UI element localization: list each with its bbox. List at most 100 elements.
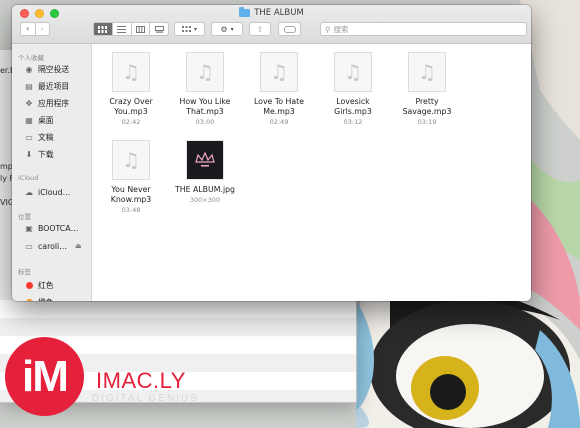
sidebar-item-desktop[interactable]: ▦ 桌面 bbox=[24, 115, 54, 126]
file-duration: 02:42 bbox=[121, 118, 141, 126]
imac-ly-logo: iM bbox=[5, 337, 84, 416]
file-name: Pretty Savage.mp3 bbox=[402, 97, 452, 116]
chevron-down-icon: ▾ bbox=[193, 25, 197, 33]
sidebar-item-tag-orange[interactable]: 橙色 bbox=[24, 297, 54, 301]
window-title-text: THE ALBUM bbox=[254, 8, 304, 18]
sidebar-item-label: 隔空投送 bbox=[38, 65, 70, 74]
forward-button[interactable]: › bbox=[34, 23, 50, 35]
sidebar-item-documents[interactable]: ▭ 文稿 bbox=[24, 132, 54, 143]
airdrop-icon: ◉ bbox=[25, 65, 33, 74]
sidebar-section-icloud: iCloud bbox=[18, 174, 39, 182]
sidebar-item-label: 红色 bbox=[38, 281, 54, 290]
red-dot-icon bbox=[25, 282, 33, 289]
chevron-left-icon: ‹ bbox=[26, 24, 30, 33]
sidebar-item-icloud-drive[interactable]: ☁ iCloud… bbox=[24, 187, 70, 197]
window-titlebar[interactable]: THE ALBUM ‹ › ▾ ⚙ ▾ ⇪ ⚲ 搜索 bbox=[12, 5, 531, 44]
sidebar-item-applications[interactable]: ✥ 应用程序 bbox=[24, 98, 70, 109]
audio-file-icon: ♫ bbox=[186, 52, 224, 92]
orange-dot-icon bbox=[25, 299, 33, 301]
chevron-down-icon: ▾ bbox=[230, 25, 234, 33]
eject-icon[interactable]: ⏏ bbox=[75, 242, 82, 250]
share-icon: ⇪ bbox=[256, 24, 264, 34]
group-grid-icon bbox=[181, 25, 191, 32]
gallery-icon bbox=[154, 25, 164, 33]
navigation-buttons: ‹ › bbox=[20, 22, 50, 36]
list-icon bbox=[117, 25, 127, 33]
chevron-right-icon: › bbox=[40, 24, 44, 33]
back-button[interactable]: ‹ bbox=[21, 23, 35, 35]
column-view-button[interactable] bbox=[130, 23, 150, 35]
search-placeholder: 搜索 bbox=[333, 24, 349, 34]
applications-icon: ✥ bbox=[25, 99, 33, 108]
action-menu-button[interactable]: ⚙ ▾ bbox=[211, 22, 243, 36]
audio-file-icon: ♫ bbox=[334, 52, 372, 92]
documents-icon: ▭ bbox=[25, 133, 33, 142]
window-title: THE ALBUM bbox=[12, 7, 531, 18]
image-thumbnail bbox=[186, 140, 224, 180]
sidebar-item-label: BOOTCA… bbox=[38, 223, 79, 233]
tag-dot-icon bbox=[24, 281, 34, 291]
sidebar-item-airdrop[interactable]: ◉ 隔空投送 bbox=[24, 64, 70, 75]
sidebar-item-label: 最近项目 bbox=[38, 82, 70, 91]
icon-grid-icon bbox=[98, 25, 108, 33]
file-name: THE ALBUM.jpg bbox=[174, 185, 236, 194]
group-by-button[interactable]: ▾ bbox=[174, 22, 205, 36]
file-name: Love To Hate Me.mp3 bbox=[253, 97, 305, 116]
gear-icon: ⚙ bbox=[220, 24, 228, 34]
share-button[interactable]: ⇪ bbox=[249, 22, 271, 36]
sidebar-item-user-disk[interactable]: ▭ caroli… ⏏ bbox=[24, 241, 82, 251]
recents-icon: ▤ bbox=[25, 82, 33, 91]
columns-icon bbox=[135, 25, 145, 33]
list-view-button[interactable] bbox=[111, 23, 131, 35]
file-duration: 03:12 bbox=[343, 118, 363, 126]
sidebar-item-label: 应用程序 bbox=[38, 99, 70, 108]
sidebar-section-tags: 标签 bbox=[18, 268, 31, 276]
sidebar-item-label: 橙色 bbox=[38, 297, 54, 301]
folder-icon bbox=[239, 7, 251, 17]
finder-window[interactable]: ⚙ THE ALBUM ‹ › bbox=[12, 5, 531, 301]
search-field[interactable]: ⚲ 搜索 bbox=[320, 22, 527, 36]
file-item[interactable]: ♫ Pretty Savage.mp3 03:19 bbox=[390, 52, 464, 126]
image-dimensions: 300×300 bbox=[189, 196, 221, 204]
disk-icon: ▭ bbox=[25, 241, 33, 251]
search-icon: ⚲ bbox=[325, 24, 331, 34]
tag-icon bbox=[283, 25, 296, 33]
gallery-view-button[interactable] bbox=[149, 23, 168, 35]
file-duration: 03:48 bbox=[121, 206, 141, 214]
file-item[interactable]: ♫ How You Like That.mp3 03:00 bbox=[168, 52, 242, 126]
view-mode-switcher bbox=[93, 22, 169, 36]
disk-icon: ▣ bbox=[25, 223, 33, 233]
logo-text: iM bbox=[22, 351, 69, 401]
file-item[interactable]: ♫ You Never Know.mp3 03:48 bbox=[94, 140, 168, 214]
watermark-tagline: DIGITAL GENIUS bbox=[92, 393, 199, 404]
file-item[interactable]: ♫ Love To Hate Me.mp3 02:49 bbox=[242, 52, 316, 126]
file-item[interactable]: ♫ Crazy Over You.mp3 02:42 bbox=[94, 52, 168, 126]
sidebar-item-recents[interactable]: ▤ 最近项目 bbox=[24, 81, 69, 92]
file-name: Lovesick Girls.mp3 bbox=[334, 97, 372, 116]
icon-view-button[interactable] bbox=[94, 23, 112, 35]
file-item[interactable]: ♫ Lovesick Girls.mp3 03:12 bbox=[316, 52, 390, 126]
tags-button[interactable] bbox=[278, 22, 301, 36]
sidebar-item-tag-red[interactable]: 红色 bbox=[24, 280, 54, 291]
tag-dot-icon bbox=[24, 298, 34, 301]
file-name: Crazy Over You.mp3 bbox=[109, 97, 153, 116]
downloads-icon: ⬇ bbox=[25, 150, 33, 159]
file-grid: ♫ Crazy Over You.mp3 02:42 ♫ How You Like… bbox=[92, 44, 531, 301]
file-duration: 02:49 bbox=[269, 118, 289, 126]
sidebar-item-label: 桌面 bbox=[38, 116, 54, 125]
desktop-icon: ▦ bbox=[25, 116, 33, 125]
cloud-icon: ☁ bbox=[25, 187, 33, 197]
sidebar-section-locations: 位置 bbox=[18, 213, 31, 221]
file-duration: 03:19 bbox=[417, 118, 437, 126]
album-cover-icon bbox=[195, 151, 215, 167]
sidebar-section-favorites: 个人收藏 bbox=[18, 54, 44, 62]
file-name: How You Like That.mp3 bbox=[179, 97, 231, 116]
sidebar-item-label: iCloud… bbox=[38, 187, 71, 197]
sidebar-item-downloads[interactable]: ⬇ 下载 bbox=[24, 149, 54, 160]
sidebar-item-label: 文稿 bbox=[38, 133, 54, 142]
sidebar-item-bootcamp[interactable]: ▣ BOOTCA… bbox=[24, 223, 78, 233]
file-duration: 03:00 bbox=[195, 118, 215, 126]
file-item[interactable]: THE ALBUM.jpg 300×300 bbox=[168, 140, 242, 204]
audio-file-icon: ♫ bbox=[112, 140, 150, 180]
file-name: You Never Know.mp3 bbox=[110, 185, 152, 204]
